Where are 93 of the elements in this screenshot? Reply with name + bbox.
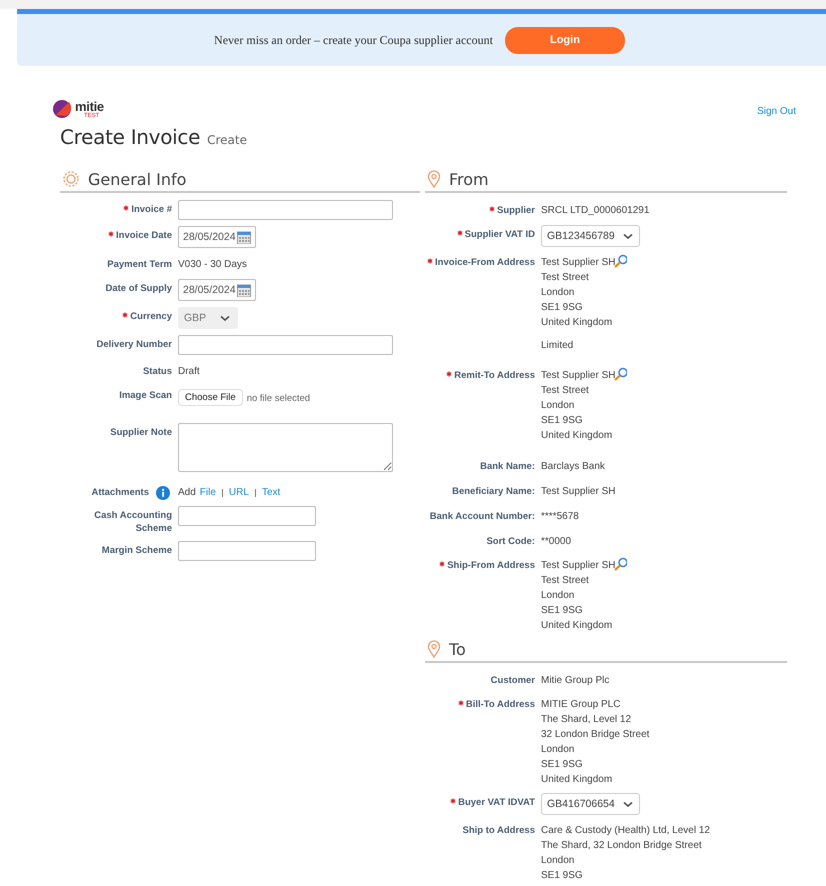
field-label: Attachments [91,486,149,499]
field-label: Date of Supply [105,282,172,295]
section-title: General Info [88,170,186,188]
field-label: Image Scan [119,389,172,402]
address-line: United Kingdom [541,316,612,330]
address-line: The Shard, 32 London Bridge Street [541,839,702,853]
chevron-down-icon [622,232,633,240]
attachment-link[interactable]: File [200,485,216,498]
address-note: Limited [541,339,574,353]
location-pin-icon [427,640,441,658]
field-label: Supplier Note [110,426,172,439]
logo-icon [52,99,74,119]
date-field[interactable]: 28/05/2024 [178,279,256,301]
attachment-link[interactable]: URL [228,485,249,498]
address-line: London [541,399,574,413]
field-label: Supplier [496,204,535,217]
address-line: SE1 9SG [541,414,583,428]
address-line: SE1 9SG [541,604,583,618]
field-label: Invoice Date [116,229,172,242]
field-value: Draft [178,365,200,379]
text-area[interactable] [178,423,393,472]
page-title: Create Invoice [60,125,200,149]
address-line: 32 London Bridge Street [541,728,650,742]
field-label: Supplier VAT ID [464,228,535,241]
address-line: London [541,743,574,757]
field-value: SRCL LTD_0000601291 [541,204,650,218]
sign-out-link[interactable]: Sign Out [757,106,796,117]
page-subtitle: Create [207,133,247,147]
section-title: From [449,170,489,188]
address-line: SE1 9SG [541,301,583,315]
address-line: SE1 9SG [541,869,583,883]
dropdown[interactable]: GB416706654 [541,793,640,815]
address-line: United Kingdom [541,619,612,633]
address-line: Care & Custody (Health) Ltd, Level 12 [541,824,710,838]
address-line: Test Street [541,271,589,285]
field-label: Bank Name: [480,460,535,473]
address-line: Test Supplier SH [541,256,616,270]
field-label: Currency [130,310,172,323]
field-label: Remit-To Address [454,369,535,382]
field-label: Customer [490,674,535,687]
dropdown[interactable]: GB123456789 [541,225,640,247]
field-label: Delivery Number [96,338,172,351]
field-value: Add [178,486,196,500]
input-field[interactable] [178,335,393,355]
address-line: London [541,286,574,300]
date-field[interactable]: 28/05/2024 [178,226,256,248]
attachment-link[interactable]: Text [262,485,280,498]
address-line: London [541,854,574,868]
address-line: United Kingdom [541,429,612,443]
field-label: Beneficiary Name: [452,485,535,498]
input-field[interactable] [178,506,316,526]
calendar-icon [236,230,251,244]
gear-icon [62,170,80,188]
login-button[interactable]: Login [504,26,625,54]
chevron-down-icon [220,314,230,322]
address-line: MITIE Group PLC [541,698,620,712]
field-label: Invoice # [131,203,172,216]
field-value: **0000 [541,535,572,549]
location-pin-icon [427,170,441,188]
field-value: Mitie Group Plc [541,674,610,688]
file-status: no file selected [246,392,310,406]
field-label: Bank Account Number: [430,510,535,523]
field-value: V030 - 30 Days [178,258,247,272]
field-label: Invoice-From Address [435,256,535,269]
field-label: Sort Code: [486,535,535,548]
field-value: ****5678 [541,510,579,524]
address-line: London [541,589,574,603]
input-field[interactable] [178,200,393,220]
input-field[interactable] [178,541,316,561]
field-label: Cash Accounting Scheme [93,509,172,535]
field-label: Buyer VAT IDVAT [458,796,535,809]
chevron-down-icon [622,800,633,808]
address-line: The Shard, Level 12 [541,713,632,727]
section-title: To [449,640,466,658]
field-value: Test Supplier SH [541,485,616,499]
address-line: United Kingdom [541,773,612,787]
calendar-icon [236,283,251,297]
address-line: Test Street [541,384,589,398]
field-value: Barclays Bank [541,460,605,474]
field-label: Payment Term [107,258,172,271]
address-line: Test Street [541,574,589,588]
address-line: SE1 9SG [541,758,583,772]
address-line: Test Supplier SH [541,369,616,383]
field-label: Ship-From Address [447,559,535,572]
choose-file-button[interactable]: Choose File [178,389,243,406]
banner-message: Never miss an order – create your Coupa supplier account [214,32,493,48]
field-label: Bill-To Address [466,698,535,711]
field-label: Ship to Address [462,824,535,837]
logo-text: mitie [75,100,104,112]
address-line: Test Supplier SH [541,559,616,573]
field-label: Status [142,365,172,378]
field-label: Margin Scheme [102,544,172,557]
info-icon [156,486,170,500]
